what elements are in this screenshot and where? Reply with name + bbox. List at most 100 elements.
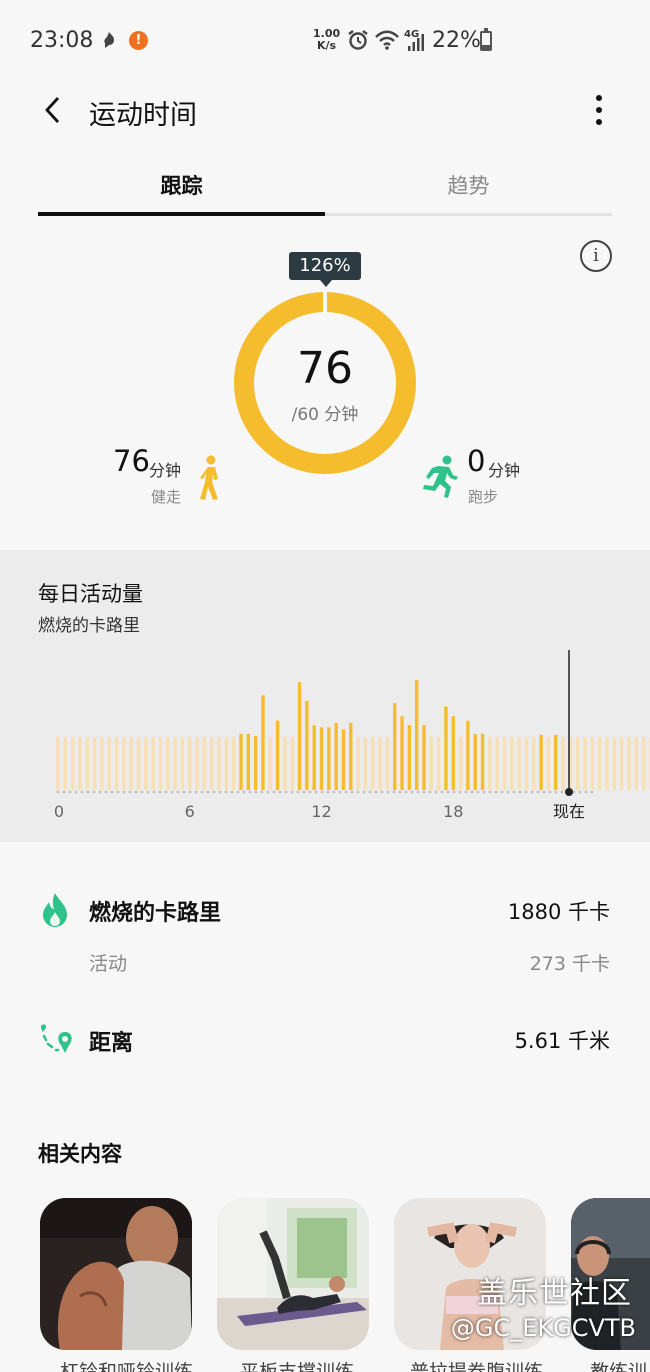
activity-bar <box>510 737 514 790</box>
axis-dot <box>542 790 546 794</box>
axis-dot <box>122 790 126 794</box>
alarm-icon <box>345 27 371 53</box>
axis-dot <box>470 790 474 794</box>
axis-dot <box>530 790 534 794</box>
running-icon <box>423 455 458 498</box>
run-label: 跑步 <box>468 488 499 506</box>
axis-dot <box>152 790 156 794</box>
related-caption-3: 普拉提卷腹训练 <box>410 1361 544 1372</box>
walk-minutes-value: 76 <box>113 444 150 478</box>
activity-bar <box>122 737 126 790</box>
activity-bar <box>429 737 434 790</box>
related-thumbnail-3[interactable] <box>394 1198 546 1350</box>
activity-bar <box>246 733 251 790</box>
axis-dot <box>272 790 276 794</box>
axis-dot <box>74 790 78 794</box>
activity-bar <box>444 706 448 790</box>
activity-bar <box>100 737 104 790</box>
activity-bar <box>136 737 141 790</box>
axis-dot <box>404 790 408 794</box>
activity-bar <box>349 722 353 790</box>
daily-activity-card[interactable]: 每日活动量 燃烧的卡路里 0 6 12 18 现在 <box>0 550 650 842</box>
chevron-left-icon[interactable] <box>36 92 68 128</box>
axis-dot <box>176 790 180 794</box>
activity-bar <box>414 680 419 790</box>
axis-dot <box>278 790 282 794</box>
axis-dot <box>110 790 114 794</box>
axis-dot <box>236 790 240 794</box>
activity-bar <box>385 737 390 790</box>
calories-label: 燃烧的卡路里 <box>89 901 222 926</box>
axis-dot <box>464 790 468 794</box>
axis-dot <box>572 790 576 794</box>
axis-dot <box>320 790 324 794</box>
run-minutes-value: 0 <box>467 444 486 478</box>
activity-bar <box>400 716 404 790</box>
activity-bar <box>495 737 499 790</box>
axis-dot <box>494 790 498 794</box>
activity-bar <box>524 737 529 790</box>
more-vertical-icon[interactable] <box>584 92 614 128</box>
activity-bar <box>63 737 68 790</box>
activity-bar <box>480 733 485 790</box>
related-content-title: 相关内容 <box>38 1142 122 1166</box>
axis-dot <box>86 790 90 794</box>
activity-bar <box>422 725 426 790</box>
fire-icon <box>43 893 67 927</box>
activity-bar <box>341 729 346 790</box>
walk-minutes-unit: 分钟 <box>149 461 182 480</box>
axis-dot <box>518 790 522 794</box>
axis-dot <box>476 790 480 794</box>
axis-dot <box>260 790 264 794</box>
activity-bar <box>151 737 155 790</box>
exercise-goal: /60 分钟 <box>291 405 359 425</box>
activity-bar <box>261 695 265 790</box>
activity-bar <box>158 737 163 790</box>
network-speed: 1.00 K/s <box>313 27 341 52</box>
activity-bar <box>268 737 272 790</box>
axis-dot <box>104 790 108 794</box>
x-tick-label: 12 <box>311 802 331 821</box>
activity-bar <box>327 727 331 790</box>
axis-dot <box>326 790 330 794</box>
related-thumbnail-1[interactable] <box>40 1198 192 1350</box>
axis-dot <box>392 790 396 794</box>
related-thumbnail-4[interactable] <box>571 1198 650 1350</box>
axis-dot <box>398 790 402 794</box>
activity-bar <box>458 737 463 790</box>
axis-dot <box>62 790 66 794</box>
axis-dot <box>188 790 192 794</box>
axis-dot <box>134 790 138 794</box>
activity-bar <box>532 737 536 790</box>
axis-dot <box>386 790 390 794</box>
run-minutes-unit: 分钟 <box>488 461 521 480</box>
axis-dot <box>368 790 372 794</box>
x-tick-label: 现在 <box>553 802 585 821</box>
activity-bar <box>488 737 492 790</box>
now-marker <box>565 788 573 796</box>
activity-bar <box>305 700 309 790</box>
axis-dot <box>170 790 174 794</box>
axis-dot <box>362 790 366 794</box>
related-caption-1: 杠铃和哑铃训练 <box>60 1361 194 1372</box>
tab-tracking[interactable]: 跟踪 <box>38 160 325 216</box>
axis-dot <box>224 790 228 794</box>
axis-dot <box>452 790 456 794</box>
active-calories-label: 活动 <box>89 953 128 975</box>
activity-bar <box>334 722 338 790</box>
axis-dot <box>578 790 582 794</box>
activity-bar <box>627 737 631 790</box>
activity-bar <box>253 736 258 790</box>
tab-trends[interactable]: 趋势 <box>325 160 612 216</box>
axis-dot <box>482 790 486 794</box>
activity-bar <box>605 737 609 790</box>
axis-dot <box>446 790 450 794</box>
axis-dot <box>410 790 414 794</box>
related-thumbnail-2[interactable] <box>217 1198 369 1350</box>
related-caption-4: 教练训练 <box>590 1361 648 1372</box>
activity-bar <box>275 720 280 790</box>
axis-dot <box>68 790 72 794</box>
info-icon[interactable]: i <box>580 240 612 272</box>
axis-dot <box>284 790 288 794</box>
signal-icon <box>406 33 426 51</box>
